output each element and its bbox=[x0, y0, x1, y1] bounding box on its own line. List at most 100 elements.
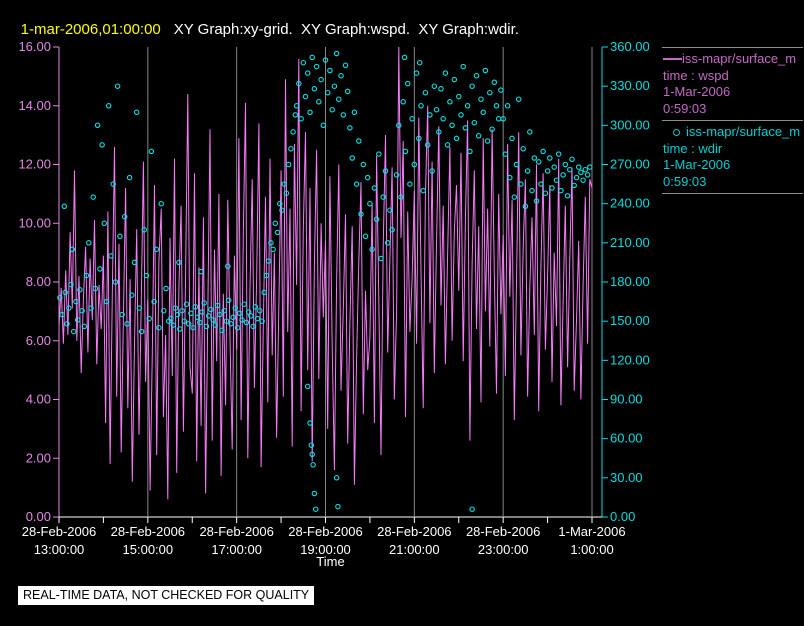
wdir-point bbox=[491, 79, 498, 86]
legend-series-date: 1-Mar-2006 bbox=[663, 84, 731, 99]
right-axis-tick-label: 60.00 bbox=[610, 431, 643, 446]
left-axis-tick-label: 8.00 bbox=[26, 274, 51, 289]
wdir-point bbox=[133, 109, 140, 116]
wdir-point bbox=[329, 106, 335, 113]
wdir-point bbox=[515, 96, 522, 102]
legend-entry-wspd[interactable]: iss-mapr/surface_m time : wspd 1-Mar-200… bbox=[662, 48, 803, 121]
wdir-point bbox=[312, 506, 319, 512]
wdir-point bbox=[272, 220, 279, 227]
app-window: 1-mar-2006,01:00:00 XY Graph:xy-grid. XY … bbox=[0, 0, 804, 626]
wdir-point bbox=[347, 125, 353, 131]
wdir-point bbox=[402, 148, 409, 155]
wdir-point bbox=[90, 194, 96, 200]
wdir-point bbox=[544, 168, 551, 174]
right-axis-tick-label: 210.00 bbox=[610, 235, 650, 250]
right-axis-tick-label: 330.00 bbox=[610, 78, 650, 93]
wdir-point bbox=[86, 240, 92, 246]
wdir-scatter-series bbox=[57, 50, 593, 512]
wdir-point bbox=[148, 148, 155, 155]
wdir-point bbox=[304, 383, 311, 390]
wdir-point bbox=[487, 89, 493, 96]
wdir-point bbox=[243, 319, 250, 326]
wdir-point bbox=[409, 116, 415, 122]
wdir-point bbox=[311, 86, 318, 92]
legend-series-time: 0:59:03 bbox=[663, 173, 707, 189]
legend-series-date: 1-Mar-2006 bbox=[663, 157, 731, 172]
wdir-point bbox=[442, 70, 449, 76]
wdir-point bbox=[114, 83, 121, 89]
wdir-point bbox=[475, 133, 482, 139]
wdir-point bbox=[498, 87, 504, 93]
wdir-point bbox=[380, 194, 386, 200]
x-axis-date-label: 28-Feb-2006 bbox=[377, 524, 451, 539]
wdir-point bbox=[495, 116, 502, 122]
legend-entry-wdir[interactable]: iss-mapr/surface_m time : wdir 1-Mar-200… bbox=[662, 121, 803, 194]
wdir-point bbox=[551, 164, 557, 170]
wdir-point bbox=[163, 285, 169, 292]
wdir-point bbox=[300, 59, 307, 66]
wdir-point bbox=[281, 181, 287, 187]
x-axis-time-label: 23:00:00 bbox=[478, 542, 529, 557]
wdir-point bbox=[364, 174, 371, 181]
wdir-point bbox=[292, 112, 299, 118]
wdir-point bbox=[373, 216, 380, 223]
wspd-line-sample-icon bbox=[663, 58, 682, 61]
legend-series-name: iss-mapr/surface_m bbox=[682, 51, 797, 66]
wdir-point bbox=[61, 203, 68, 210]
wdir-point bbox=[549, 185, 555, 191]
right-axis-tick-label: 120.00 bbox=[610, 352, 650, 367]
wdir-point bbox=[356, 138, 362, 144]
wdir-point bbox=[99, 142, 105, 148]
wdir-point bbox=[560, 172, 566, 178]
left-axis-tick-label: 4.00 bbox=[26, 392, 51, 407]
x-axis-date-label: 28-Feb-2006 bbox=[111, 524, 185, 539]
wdir-point bbox=[407, 181, 413, 187]
wdir-point bbox=[313, 63, 320, 70]
wdir-point bbox=[582, 166, 589, 173]
wdir-point bbox=[270, 246, 276, 253]
wdir-point bbox=[542, 190, 549, 196]
wdir-point bbox=[318, 76, 324, 83]
wdir-point bbox=[416, 59, 423, 66]
wdir-point bbox=[230, 314, 236, 321]
left-axis-tick-label: 12.00 bbox=[18, 157, 51, 172]
wdir-point bbox=[418, 103, 424, 109]
wdir-point bbox=[331, 83, 338, 89]
right-axis-tick-label: 0.00 bbox=[610, 509, 635, 524]
x-axis-time-label: 15:00:00 bbox=[123, 542, 174, 557]
left-axis-tick-label: 0.00 bbox=[26, 509, 51, 524]
wdir-point bbox=[400, 99, 406, 105]
wdir-point bbox=[464, 103, 471, 109]
wdir-point bbox=[401, 54, 408, 61]
wdir-point bbox=[562, 161, 569, 168]
wdir-point bbox=[433, 106, 440, 113]
wdir-point bbox=[567, 166, 573, 173]
wdir-point bbox=[460, 63, 466, 70]
wdir-point bbox=[502, 151, 509, 157]
wdir-point bbox=[338, 72, 344, 79]
right-axis-tick-label: 240.00 bbox=[610, 196, 650, 211]
wdir-point bbox=[285, 161, 292, 168]
left-axis-tick-label: 10.00 bbox=[18, 215, 51, 230]
wdir-point bbox=[575, 164, 582, 170]
left-axis-tick-label: 14.00 bbox=[18, 98, 51, 113]
legend-series-time: 0:59:03 bbox=[663, 100, 707, 116]
quality-notice: REAL-TIME DATA, NOT CHECKED FOR QUALITY bbox=[18, 586, 315, 605]
wdir-point bbox=[564, 193, 571, 199]
x-axis-date-label: 28-Feb-2006 bbox=[22, 524, 96, 539]
wdir-point bbox=[288, 146, 294, 152]
wdir-point bbox=[511, 194, 518, 200]
wdir-point bbox=[290, 129, 296, 135]
legend-series-field: time : wdir bbox=[663, 140, 723, 156]
wdir-point bbox=[520, 146, 526, 152]
wdir-point bbox=[527, 129, 533, 135]
wdir-point bbox=[320, 122, 327, 129]
x-axis-time-label: 1:00:00 bbox=[570, 542, 613, 557]
right-axis-tick-label: 270.00 bbox=[610, 157, 650, 172]
wdir-point bbox=[473, 72, 480, 79]
wdir-point bbox=[158, 200, 164, 207]
wdir-point bbox=[342, 62, 349, 69]
wdir-point bbox=[449, 122, 455, 129]
wdir-point bbox=[336, 96, 342, 102]
wdir-point bbox=[569, 156, 575, 163]
